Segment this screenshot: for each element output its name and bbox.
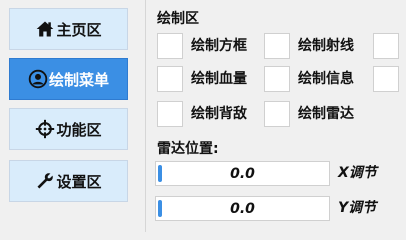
draw-health-checkbox[interactable] [157,66,183,92]
radar-y-slider[interactable]: 0.0 [155,196,330,221]
radar-x-value: 0.0 [230,165,255,182]
nav-function-button[interactable]: 功能区 [9,108,128,150]
nav-settings-button[interactable]: 设置区 [9,160,128,202]
wrench-icon [35,171,56,191]
radar-y-label: Y调节 [338,200,377,216]
radar-position-title: 雷达位置: [157,141,219,157]
draw-section-title: 绘制区 [157,11,199,27]
nav-home-button[interactable]: 主页区 [9,8,128,50]
nav-function-label: 功能区 [56,120,102,139]
draw-ray-checkbox[interactable] [264,33,290,59]
draw-box-label: 绘制方框 [191,38,247,54]
draw-info-checkbox[interactable] [264,66,290,92]
nav-draw-menu-label: 绘制菜单 [48,70,109,89]
nav-settings-label: 设置区 [56,172,102,191]
radar-x-label: X调节 [338,165,377,181]
draw-back-enemy-checkbox[interactable] [157,101,183,127]
sidebar: 主页区 绘制菜单 功能区 设置区 [0,0,145,232]
nav-draw-menu-button[interactable]: 绘制菜单 [9,58,128,100]
draw-radar-label: 绘制雷达 [298,106,354,122]
draw-info-label: 绘制信息 [298,71,354,87]
crosshair-icon [35,119,56,139]
extra-checkbox-2[interactable] [373,66,399,92]
radar-x-slider[interactable]: 0.0 [155,161,330,186]
draw-ray-label: 绘制射线 [298,38,354,54]
draw-radar-checkbox[interactable] [264,101,290,127]
user-icon [28,69,49,89]
nav-home-label: 主页区 [56,20,102,39]
radar-y-value: 0.0 [230,200,255,217]
extra-checkbox[interactable] [373,33,399,59]
draw-box-checkbox[interactable] [157,33,183,59]
draw-health-label: 绘制血量 [191,71,247,87]
slider-x-handle[interactable] [158,165,162,182]
home-icon [35,19,56,39]
main-panel: 绘制区 绘制方框 绘制射线 绘制血量 绘制信息 绘制背敌 绘制雷达 雷达位置: … [146,0,406,232]
slider-y-handle[interactable] [158,200,162,217]
draw-back-enemy-label: 绘制背敌 [191,106,247,122]
